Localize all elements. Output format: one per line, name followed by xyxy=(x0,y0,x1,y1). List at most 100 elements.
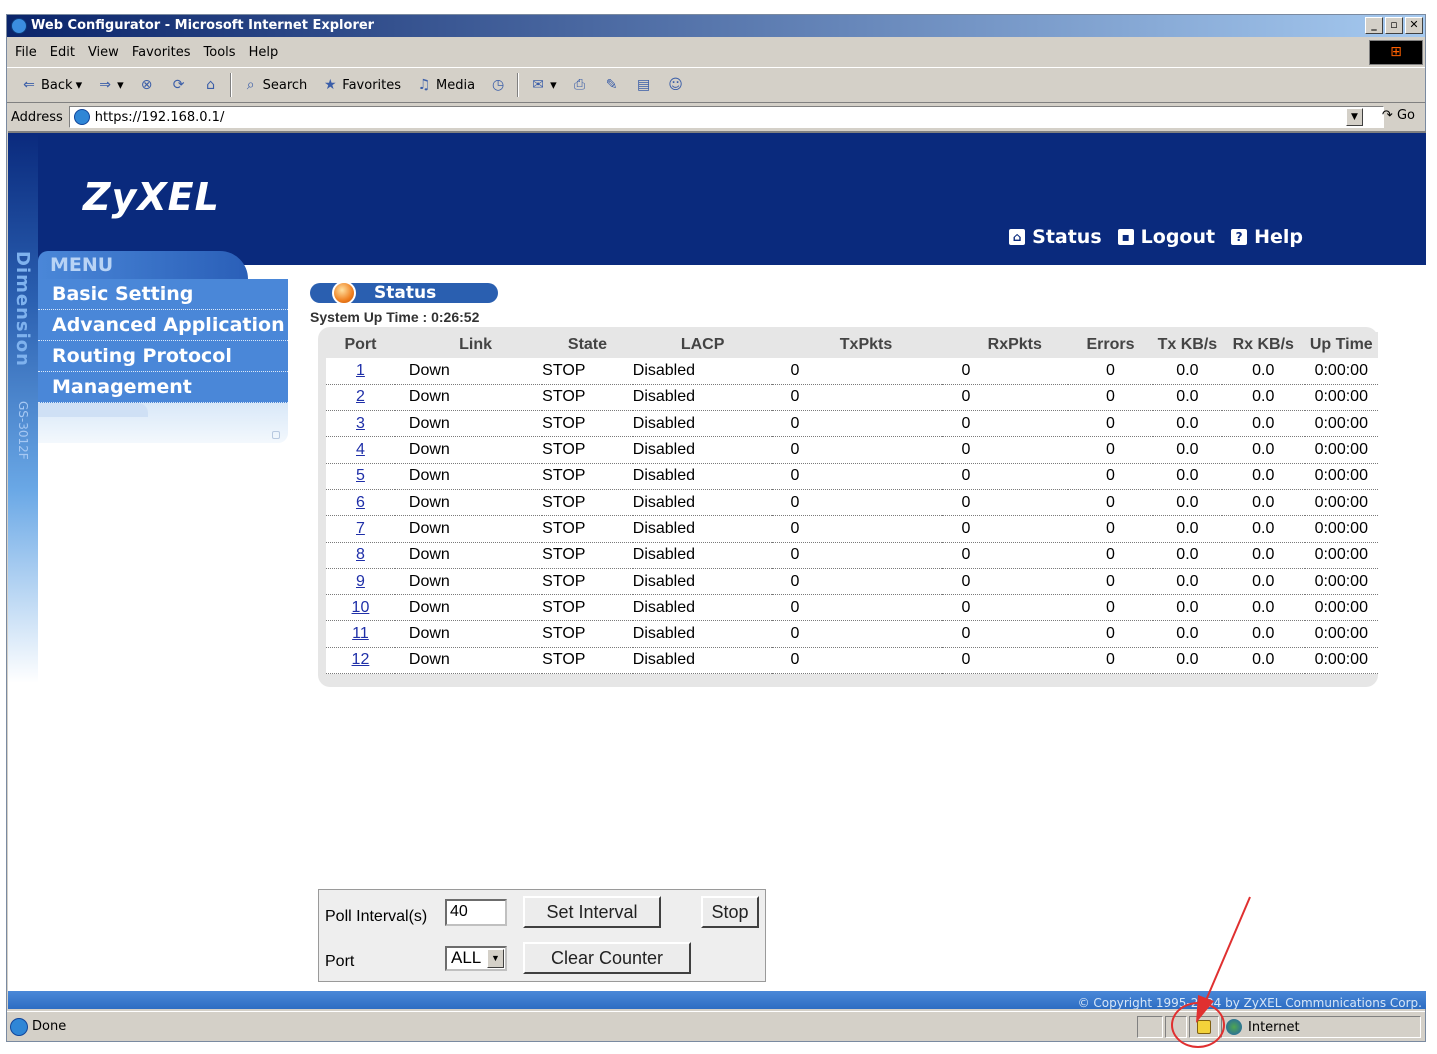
port-select[interactable]: ALL ▼ xyxy=(445,945,507,971)
menu-help[interactable]: Help xyxy=(245,45,288,60)
back-button[interactable]: ⇐ Back ▾ xyxy=(13,76,89,94)
messenger-icon: ☺ xyxy=(668,77,683,93)
cell-txpkts: 0 xyxy=(772,594,942,622)
go-button[interactable]: ↷ Go xyxy=(1382,108,1415,123)
menu-item-routing-protocol[interactable]: Routing Protocol xyxy=(38,341,288,372)
messenger-button[interactable]: ☺ xyxy=(660,76,692,94)
cell-errors: 0 xyxy=(1068,620,1153,648)
cell-rxpkts: 0 xyxy=(941,410,1068,438)
stop-nav-button[interactable]: ⊗ xyxy=(131,76,163,94)
chevron-down-icon: ▾ xyxy=(117,77,124,93)
go-label: Go xyxy=(1396,108,1415,123)
menu-item-management[interactable]: Management xyxy=(38,372,288,403)
left-menu: MENU Basic Setting Advanced Application … xyxy=(38,251,288,443)
top-links: ⌂ Status ▪ Logout ? Help xyxy=(1009,226,1303,248)
cell-rxpkts: 0 xyxy=(941,542,1068,569)
cell-txpkts: 0 xyxy=(772,542,942,569)
cell-errors: 0 xyxy=(1068,594,1153,622)
table-row: 6 Down STOP Disabled 0 0 0 0.0 0.0 0:00:00 xyxy=(326,489,1378,517)
favorites-button[interactable]: ★ Favorites xyxy=(314,76,408,94)
forward-button[interactable]: ⇒ ▾ xyxy=(89,76,131,94)
cell-link: Down xyxy=(394,489,543,517)
cell-rx-kbs: 0.0 xyxy=(1221,620,1305,648)
table-row: 4 Down STOP Disabled 0 0 0 0.0 0.0 0:00:00 xyxy=(326,436,1378,464)
set-interval-button[interactable]: Set Interval xyxy=(523,896,661,928)
home-button[interactable]: ⌂ xyxy=(195,76,227,94)
cell-state: STOP xyxy=(542,542,633,569)
status-link[interactable]: ⌂ Status xyxy=(1009,226,1102,248)
menu-item-basic-setting[interactable]: Basic Setting xyxy=(38,279,288,310)
help-link[interactable]: ? Help xyxy=(1231,226,1303,248)
port-link[interactable]: 2 xyxy=(356,388,365,405)
cell-lacp: Disabled xyxy=(632,620,773,648)
table-row: 9 Down STOP Disabled 0 0 0 0.0 0.0 0:00:00 xyxy=(326,568,1378,596)
port-link[interactable]: 9 xyxy=(356,573,365,590)
toolbar-separator xyxy=(517,73,520,97)
history-button[interactable]: ◷ xyxy=(482,76,514,94)
menu-favorites[interactable]: Favorites xyxy=(128,45,200,60)
port-link[interactable]: 8 xyxy=(356,546,365,563)
help-icon: ? xyxy=(1231,229,1248,245)
column-header-up-time: Up Time xyxy=(1304,332,1378,358)
menu-file[interactable]: File xyxy=(11,45,46,60)
print-button[interactable]: ⎙ xyxy=(564,76,596,94)
edit-button[interactable]: ✎ xyxy=(596,76,628,94)
menu-edit[interactable]: Edit xyxy=(46,45,84,60)
port-link[interactable]: 3 xyxy=(356,415,365,432)
cell-tx-kbs: 0.0 xyxy=(1152,410,1222,438)
discuss-button[interactable]: ▤ xyxy=(628,76,660,94)
cell-tx-kbs: 0.0 xyxy=(1152,463,1222,490)
menu-footer-tab xyxy=(38,403,148,417)
stop-button[interactable]: Stop xyxy=(701,896,759,928)
port-link[interactable]: 1 xyxy=(356,362,365,379)
clear-counter-button[interactable]: Clear Counter xyxy=(523,942,691,974)
minimize-button[interactable]: _ xyxy=(1365,17,1383,34)
menu-tools[interactable]: Tools xyxy=(200,45,245,60)
cell-up-time: 0:00:00 xyxy=(1304,463,1378,490)
port-link[interactable]: 5 xyxy=(356,467,365,484)
chevron-down-icon[interactable]: ▼ xyxy=(487,948,504,968)
cell-link: Down xyxy=(394,410,543,438)
menu-view[interactable]: View xyxy=(84,45,128,60)
print-icon: ⎙ xyxy=(574,77,586,93)
cell-up-time: 0:00:00 xyxy=(1304,436,1378,464)
cell-errors: 0 xyxy=(1068,515,1153,543)
cell-state: STOP xyxy=(542,568,633,596)
mail-button[interactable]: ✉ ▾ xyxy=(522,76,564,94)
cell-lacp: Disabled xyxy=(632,594,773,622)
port-link[interactable]: 4 xyxy=(356,441,365,458)
windows-logo-icon: ⊞ xyxy=(1369,40,1423,65)
cell-errors: 0 xyxy=(1068,358,1153,385)
menu-item-advanced-application[interactable]: Advanced Application xyxy=(38,310,288,341)
cell-rxpkts: 0 xyxy=(941,515,1068,543)
port-link[interactable]: 12 xyxy=(352,651,370,668)
cell-rxpkts: 0 xyxy=(941,463,1068,490)
cell-port: 2 xyxy=(326,384,395,412)
search-button[interactable]: ⌕ Search xyxy=(235,76,315,94)
refresh-button[interactable]: ⟳ xyxy=(163,76,195,94)
status-link-label: Status xyxy=(1032,226,1102,248)
table-row: 8 Down STOP Disabled 0 0 0 0.0 0.0 0:00:00 xyxy=(326,542,1378,569)
page-header: ZyXEL ⌂ Status ▪ Logout ? Help xyxy=(8,133,1426,265)
cell-rxpkts: 0 xyxy=(941,489,1068,517)
address-dropdown[interactable]: ▼ xyxy=(1346,108,1363,126)
discuss-icon: ▤ xyxy=(636,77,651,93)
cell-tx-kbs: 0.0 xyxy=(1152,436,1222,464)
poll-interval-input[interactable] xyxy=(445,898,507,926)
port-link[interactable]: 7 xyxy=(356,520,365,537)
cell-rx-kbs: 0.0 xyxy=(1221,568,1305,596)
logout-link[interactable]: ▪ Logout xyxy=(1117,226,1215,248)
cell-link: Down xyxy=(394,620,543,648)
toolbar: ⇐ Back ▾ ⇒ ▾ ⊗ ⟳ ⌂ ⌕ Search ★ Favorites … xyxy=(7,67,1425,103)
annotation-arrow xyxy=(1196,896,1251,1023)
close-button[interactable]: ✕ xyxy=(1405,17,1423,34)
chevron-down-icon: ▾ xyxy=(75,77,83,93)
port-link[interactable]: 6 xyxy=(356,494,365,511)
port-link[interactable]: 11 xyxy=(352,625,369,642)
cell-port: 10 xyxy=(326,594,395,622)
cell-lacp: Disabled xyxy=(632,515,773,543)
port-link[interactable]: 10 xyxy=(352,599,370,616)
address-input[interactable]: https://192.168.0.1/ xyxy=(68,106,1384,128)
media-button[interactable]: ♫ Media xyxy=(408,76,482,94)
maximize-button[interactable]: ▫ xyxy=(1385,17,1403,34)
